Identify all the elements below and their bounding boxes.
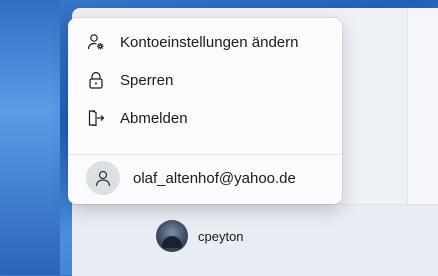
account-settings-icon xyxy=(86,32,106,52)
desktop-wallpaper xyxy=(0,0,60,275)
sign-out-icon xyxy=(86,108,106,128)
lock-icon xyxy=(86,70,106,90)
start-menu-footer xyxy=(72,204,438,276)
menu-item-label: Kontoeinstellungen ändern xyxy=(120,33,299,51)
user-name: cpeyton xyxy=(198,228,244,244)
account-email: olaf_altenhof@yahoo.de xyxy=(133,169,296,187)
user-account-button[interactable]: cpeyton xyxy=(150,218,250,254)
user-avatar xyxy=(156,220,188,252)
menu-item-change-account-settings[interactable]: Kontoeinstellungen ändern xyxy=(74,24,336,60)
account-context-menu: Kontoeinstellungen ändern Sperren Abmeld… xyxy=(68,18,342,204)
menu-item-label: Sperren xyxy=(120,71,174,89)
account-list-item[interactable]: olaf_altenhof@yahoo.de xyxy=(74,156,336,200)
menu-item-lock[interactable]: Sperren xyxy=(74,62,336,98)
menu-item-sign-out[interactable]: Abmelden xyxy=(74,100,336,136)
menu-item-label: Abmelden xyxy=(120,109,188,127)
user-placeholder-avatar xyxy=(86,161,120,195)
person-icon xyxy=(95,170,111,187)
menu-divider xyxy=(68,154,342,155)
